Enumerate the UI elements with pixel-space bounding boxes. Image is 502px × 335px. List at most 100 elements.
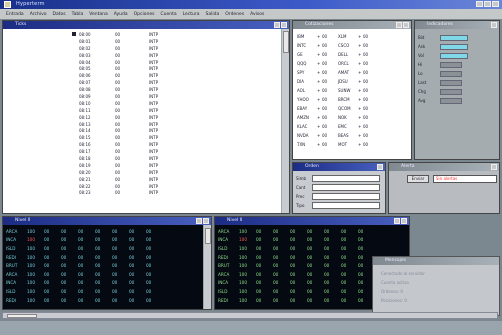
tick-row[interactable]: 08:03 00 INTP: [79, 52, 189, 59]
tick-row[interactable]: 08:14 00 INTP: [79, 127, 189, 134]
menu-item[interactable]: Avisos: [250, 12, 264, 17]
tick-row[interactable]: 08:20 00 INTP: [79, 169, 189, 176]
level2_left-row[interactable]: INCA 100 00 00 00 00 00 00 00: [6, 236, 163, 245]
alert-send-button[interactable]: Enviar: [407, 175, 429, 183]
level2-left-close-button[interactable]: [203, 218, 209, 224]
tick-row[interactable]: 08:09 00 INTP: [79, 93, 189, 100]
tick-pane-scrollbar[interactable]: [281, 29, 289, 213]
level2-left-title-bar[interactable]: Nivel II: [3, 217, 211, 225]
quote-row[interactable]: AOL +00 SUNW +00: [297, 86, 377, 95]
order-pane-title-bar[interactable]: Orden: [293, 163, 385, 171]
level2_right-row[interactable]: INCA 100 00 00 00 00 00 00 00: [218, 279, 375, 288]
tick-row[interactable]: 08:13 00 INTP: [79, 121, 189, 128]
main-title-bar[interactable]: Hyperterm: [0, 0, 502, 9]
tick-pane-close-button[interactable]: [281, 22, 287, 28]
tick-row[interactable]: 08:23 00 INTP: [79, 189, 189, 196]
level2-left-restore-button[interactable]: [196, 218, 202, 224]
tick-row[interactable]: 08:04 00 INTP: [79, 59, 189, 66]
tick-row[interactable]: 08:16 00 INTP: [79, 141, 189, 148]
level2_right-row[interactable]: ISLD 100 00 00 00 00 00 00 00: [218, 287, 375, 296]
message-pane-title-bar[interactable]: Mensajes: [373, 257, 499, 265]
quote-pane-close-button[interactable]: [403, 22, 409, 28]
level2-left-scroll-thumb[interactable]: [205, 228, 211, 244]
alert-pane-title-bar[interactable]: Alerta: [389, 163, 499, 171]
level2_left-row[interactable]: BRUT 100 00 00 00 00 00 00 00: [6, 261, 163, 270]
tick-row[interactable]: 08:19 00 INTP: [79, 162, 189, 169]
order-field-input[interactable]: [312, 193, 380, 200]
quote-row[interactable]: EBAY +00 QCOM +00: [297, 104, 377, 113]
menu-item[interactable]: Lectura: [183, 12, 200, 17]
quote-row[interactable]: QQQ +00 ORCL +00: [297, 59, 377, 68]
quote-row[interactable]: KLAC +00 EMC +00: [297, 122, 377, 131]
tick-row[interactable]: 08:07 00 INTP: [79, 79, 189, 86]
level2_left-row[interactable]: ARCA 100 00 00 00 00 00 00 00: [6, 270, 163, 279]
quote-row[interactable]: GE +00 DELL +00: [297, 50, 377, 59]
level2_left-row[interactable]: ISLD 100 00 00 00 00 00 00 00: [6, 287, 163, 296]
quote-row[interactable]: INTC +00 CSCO +00: [297, 41, 377, 50]
quote-row[interactable]: IBM +00 XLM +00: [297, 32, 377, 41]
indicator-pane-close-button[interactable]: [491, 22, 497, 28]
tick-row[interactable]: 08:11 00 INTP: [79, 107, 189, 114]
order-pane-close-button[interactable]: [377, 164, 383, 170]
level2_right-row[interactable]: ARCA 100 00 00 00 00 00 00 00: [218, 227, 375, 236]
level2_left-row[interactable]: INCA 100 00 00 00 00 00 00 00: [6, 279, 163, 288]
tick-row[interactable]: 08:21 00 INTP: [79, 176, 189, 183]
tick-row[interactable]: 08:15 00 INTP: [79, 134, 189, 141]
tick-row[interactable]: 08:22 00 INTP: [79, 183, 189, 190]
tick-row[interactable]: 08:02 00 INTP: [79, 45, 189, 52]
tick-pane-title-bar[interactable]: Ticks: [3, 21, 289, 29]
level2-right-title-bar[interactable]: Nivel II: [215, 217, 409, 225]
tick-row[interactable]: 08:01 00 INTP: [79, 38, 189, 45]
quote-row[interactable]: NVDA +00 BEAS +00: [297, 131, 377, 140]
menu-item[interactable]: Entrada: [6, 12, 24, 17]
order-field-input[interactable]: [312, 184, 380, 191]
tick-row[interactable]: 08:10 00 INTP: [79, 100, 189, 107]
menu-item[interactable]: Ordenes: [225, 12, 244, 17]
tick-pane-scroll-thumb[interactable]: [283, 31, 289, 53]
tick-row[interactable]: 08:00 00 INTP: [79, 31, 189, 38]
menu-item[interactable]: Ayuda: [114, 12, 128, 17]
level2-left-scrollbar[interactable]: [203, 225, 211, 309]
quote-pane-title-bar[interactable]: Cotizaciones: [293, 21, 411, 29]
level2-right-restore-button[interactable]: [394, 218, 400, 224]
level2_right-row[interactable]: ARCA 100 00 00 00 00 00 00 00: [218, 270, 375, 279]
tick-row[interactable]: 08:06 00 INTP: [79, 72, 189, 79]
indicator-pane-title-bar[interactable]: Indicadores: [415, 21, 499, 29]
quote-row[interactable]: YHOO +00 BRCM +00: [297, 95, 377, 104]
level2_right-row[interactable]: REDI 100 00 00 00 00 00 00 00: [218, 253, 375, 262]
menu-item[interactable]: Opciones: [134, 12, 155, 17]
level2_left-row[interactable]: ARCA 100 00 00 00 00 00 00 00: [6, 227, 163, 236]
level2_right-row[interactable]: BRUT 100 00 00 00 00 00 00 00: [218, 261, 375, 270]
quote-row[interactable]: AMZN +00 NOK +00: [297, 113, 377, 122]
tick-row[interactable]: 08:05 00 INTP: [79, 65, 189, 72]
menu-item[interactable]: Tabla: [72, 12, 84, 17]
bottom-scroll-thumb[interactable]: [7, 314, 37, 318]
minimize-button[interactable]: [476, 1, 483, 7]
quote-row[interactable]: DIA +00 JDSU +00: [297, 77, 377, 86]
tick-row[interactable]: 08:18 00 INTP: [79, 155, 189, 162]
level2_left-row[interactable]: ISLD 100 00 00 00 00 00 00 00: [6, 244, 163, 253]
tick-pane-restore-button[interactable]: [274, 22, 280, 28]
quote-row[interactable]: TXN +00 MOT +00: [297, 140, 377, 149]
menu-item[interactable]: Datos: [53, 12, 66, 17]
tick-row[interactable]: 08:08 00 INTP: [79, 86, 189, 93]
level2_left-row[interactable]: REDI 100 00 00 00 00 00 00 00: [6, 253, 163, 262]
menu-item[interactable]: Ventana: [89, 12, 107, 17]
order-field-input[interactable]: [312, 175, 380, 182]
bottom-scrollbar[interactable]: [2, 312, 498, 319]
menu-item[interactable]: Salida: [206, 12, 220, 17]
menu-item[interactable]: Archivo: [30, 12, 47, 17]
level2_left-row[interactable]: REDI 100 00 00 00 00 00 00 00: [6, 296, 163, 305]
level2-right-close-button[interactable]: [401, 218, 407, 224]
level2_right-row[interactable]: INCA 100 00 00 00 00 00 00 00: [218, 236, 375, 245]
level2_right-row[interactable]: ISLD 100 00 00 00 00 00 00 00: [218, 244, 375, 253]
alert-pane-close-button[interactable]: [491, 164, 497, 170]
menu-item[interactable]: Cuenta: [160, 12, 176, 17]
tick-row[interactable]: 08:17 00 INTP: [79, 148, 189, 155]
close-button[interactable]: [492, 1, 499, 7]
level2_right-row[interactable]: REDI 100 00 00 00 00 00 00 00: [218, 296, 375, 305]
tick-row[interactable]: 08:12 00 INTP: [79, 114, 189, 121]
quote-row[interactable]: SPY +00 AMAT +00: [297, 68, 377, 77]
maximize-button[interactable]: [484, 1, 491, 7]
order-field-input[interactable]: [312, 202, 380, 209]
